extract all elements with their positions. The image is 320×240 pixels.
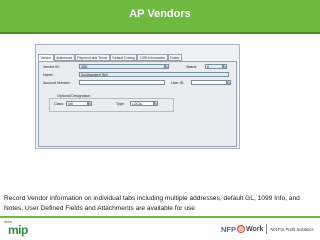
slide-title: AP Vendors [129, 8, 191, 20]
mip-logo: Abila mip [4, 220, 38, 238]
nfp-logo-text: NFP [221, 224, 236, 234]
optional-designation-group: Class: Util ▾ Type: LOCAL ▾ [49, 98, 174, 112]
type-dropdown-icon[interactable]: ▾ [154, 101, 158, 106]
user-id-label: User ID: [171, 81, 185, 85]
footer-divider [0, 216, 320, 218]
tab-1099-information[interactable]: 1099 Information [137, 54, 168, 61]
nfp-tagline: Not For Profit Solutions [270, 226, 314, 232]
vendor-id-dropdown-icon[interactable]: ▾ [165, 64, 169, 69]
vendor-tab-panel: Vendor ID: SBE ▾ Status: A ▾ Name: South… [38, 61, 237, 147]
name-label: Name: [43, 73, 54, 77]
tab-payment-terms[interactable]: Payment and Terms [74, 54, 110, 61]
tab-vendor[interactable]: Vendor [38, 54, 54, 61]
type-label: Type: [116, 102, 125, 106]
vendor-id-field[interactable]: SBE [79, 64, 165, 69]
tab-notes[interactable]: Notes [167, 54, 182, 61]
status-dropdown-icon[interactable]: ▾ [223, 64, 227, 69]
form-tabstrip: Vendor Addresses Payment and Terms Defau… [38, 54, 182, 61]
class-field[interactable]: Util [66, 101, 88, 106]
class-label: Class: [54, 102, 64, 106]
slide-description: Record Vendor information on individual … [4, 195, 300, 212]
mip-logo-text: mip [8, 223, 28, 237]
title-bar: AP Vendors [0, 0, 320, 34]
user-id-dropdown-icon[interactable]: ▾ [227, 80, 231, 85]
nfp-work-text: Work [246, 225, 264, 233]
name-field[interactable]: Southwestern Bell [79, 72, 229, 77]
type-field[interactable]: LOCAL [130, 101, 154, 106]
vendor-id-label: Vendor ID: [43, 65, 60, 69]
status-field[interactable]: A [205, 64, 223, 69]
account-number-label: Account Number: [43, 81, 71, 85]
account-number-field[interactable] [79, 80, 165, 85]
user-id-field[interactable] [191, 80, 227, 85]
nfp-at-work-logo: NFP @ Work Not For Profit Solutions [221, 222, 317, 236]
class-dropdown-icon[interactable]: ▾ [88, 101, 92, 106]
tab-default-coding[interactable]: Default Coding [109, 54, 138, 61]
logo-divider [266, 224, 268, 234]
tab-addresses[interactable]: Addresses [53, 54, 75, 61]
at-sign-icon: @ [237, 225, 245, 233]
status-label: Status: [186, 65, 198, 69]
vendor-form-screenshot: Vendor Addresses Payment and Terms Defau… [35, 44, 240, 149]
